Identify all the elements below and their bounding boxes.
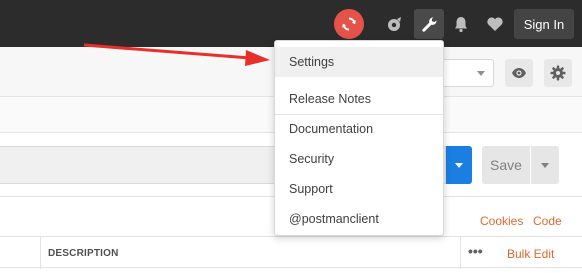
- menu-item-security[interactable]: Security: [275, 144, 443, 174]
- gear-icon: [550, 65, 566, 81]
- column-divider: [40, 237, 41, 269]
- heart-icon: [487, 17, 503, 31]
- menu-item-postmanclient[interactable]: @postmanclient: [275, 204, 443, 234]
- menu-item-documentation[interactable]: Documentation: [275, 114, 443, 144]
- sync-icon: [342, 17, 356, 31]
- chevron-down-icon: [455, 162, 463, 168]
- environment-quick-look-button[interactable]: [505, 59, 533, 87]
- send-options-dropdown[interactable]: [446, 146, 472, 184]
- eye-icon: [512, 68, 526, 78]
- more-options-button[interactable]: •••: [468, 243, 483, 259]
- chevron-down-icon: [541, 162, 549, 168]
- chevron-down-icon: [477, 71, 485, 76]
- code-link[interactable]: Code: [533, 214, 562, 228]
- description-column-header: DESCRIPTION: [48, 248, 119, 259]
- column-divider: [460, 237, 461, 269]
- environment-select[interactable]: [440, 59, 494, 87]
- notifications-button[interactable]: [446, 9, 476, 39]
- postman-app: Sign In Save Cookies Code DESCRIPTION ••…: [0, 0, 582, 273]
- cookies-link[interactable]: Cookies: [480, 214, 523, 228]
- menu-item-support[interactable]: Support: [275, 174, 443, 204]
- save-options-dropdown[interactable]: [531, 146, 559, 184]
- wrench-icon: [422, 17, 437, 32]
- menu-item-release-notes[interactable]: Release Notes: [275, 84, 443, 114]
- save-button[interactable]: Save: [482, 146, 530, 184]
- sync-button[interactable]: [334, 9, 364, 39]
- satellite-icon: [388, 17, 401, 31]
- params-table-header: DESCRIPTION ••• Bulk Edit: [0, 236, 582, 269]
- bulk-edit-link[interactable]: Bulk Edit: [507, 247, 554, 261]
- favorites-button[interactable]: [480, 9, 510, 39]
- menu-item-settings[interactable]: Settings: [275, 47, 443, 77]
- bell-icon: [455, 17, 467, 33]
- settings-dropdown-menu: Settings Release Notes Documentation Sec…: [274, 40, 444, 236]
- settings-wrench-button[interactable]: [414, 9, 444, 39]
- sign-in-button[interactable]: Sign In: [514, 9, 574, 39]
- manage-environments-button[interactable]: [544, 59, 572, 87]
- satellite-button[interactable]: [380, 9, 410, 39]
